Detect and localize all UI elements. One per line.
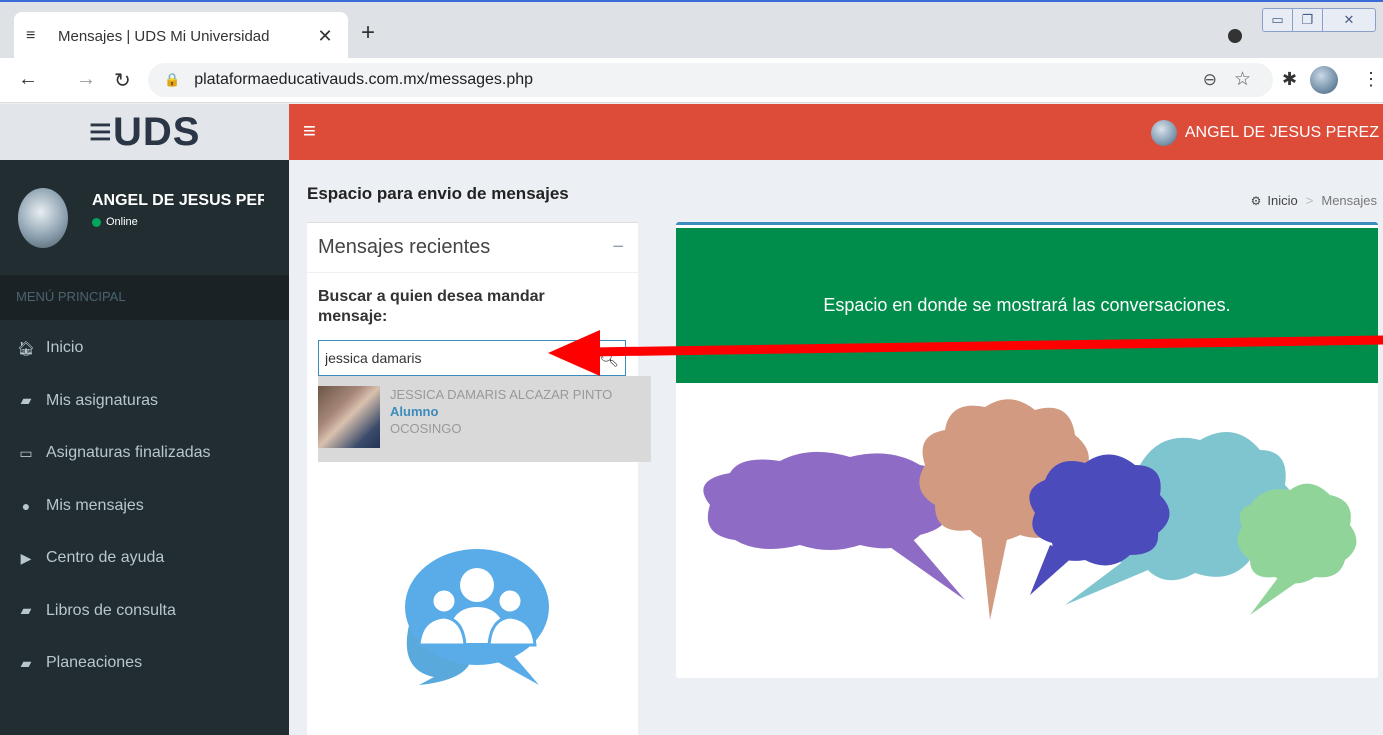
result-name: JESSICA DAMARIS ALCAZAR PINTO xyxy=(390,387,613,402)
search-box: 🔍︎ xyxy=(318,340,626,376)
book-icon: ▰ xyxy=(20,654,32,671)
navbar-avatar xyxy=(1150,120,1177,146)
forward-icon[interactable]: → xyxy=(76,68,96,91)
home-icon: 🏠︎ xyxy=(17,339,35,356)
search-result-item[interactable]: JESSICA DAMARIS ALCAZAR PINTO Alumno OCO… xyxy=(318,376,651,462)
breadcrumb-separator: > xyxy=(1305,193,1314,208)
close-tab-icon[interactable]: ✕ xyxy=(314,26,336,47)
logo[interactable]: ≡UDS xyxy=(0,104,289,160)
sidebar-item-mis-mensajes[interactable]: ● Mis mensajes xyxy=(0,480,289,533)
collapse-icon[interactable]: − xyxy=(612,236,624,259)
result-role: Alumno xyxy=(390,404,439,419)
top-navbar: ≡ ANGEL DE JESUS PEREZ xyxy=(289,104,1383,160)
page-title: Espacio para envio de mensajes xyxy=(307,184,569,203)
zoom-icon[interactable]: ⊖ xyxy=(1203,70,1217,90)
extensions-icon[interactable]: ✱ xyxy=(1282,69,1297,90)
book-icon: ▰ xyxy=(20,392,32,409)
main-menu: 🏠︎ Inicio ▰ Mis asignaturas ▭ Asignaturas f… xyxy=(0,322,289,690)
address-bar: ← → ↻ 🔒 ⊖ ☆ ✱ ⋮ xyxy=(0,58,1383,103)
sidebar-item-planeaciones[interactable]: ▰ Planeaciones xyxy=(0,637,289,690)
restore-icon[interactable]: ❐ xyxy=(1293,9,1323,31)
conversation-banner-text: Espacio en donde se mostrará las convers… xyxy=(823,295,1231,315)
sidebar-item-mis-asignaturas[interactable]: ▰ Mis asignaturas xyxy=(0,375,289,428)
book-icon: ▰ xyxy=(20,602,32,619)
lock-icon[interactable]: 🔒 xyxy=(164,72,180,88)
navbar-user-menu[interactable]: ANGEL DE JESUS PEREZ xyxy=(1150,120,1379,146)
breadcrumb-home[interactable]: Inicio xyxy=(1267,193,1297,208)
window-controls: ▭ ❐ ✕ xyxy=(1262,8,1376,32)
youtube-icon: ▶ xyxy=(20,549,32,566)
recent-messages-title: Mensajes recientes xyxy=(318,236,491,258)
browser-tab[interactable]: ≡ Mensajes | UDS Mi Universidad ✕ xyxy=(14,12,348,60)
sidebar-avatar xyxy=(18,188,68,248)
browser-tab-bar: ≡ Mensajes | UDS Mi Universidad ✕ + ▭ ❐ … xyxy=(0,0,1383,60)
url-input[interactable] xyxy=(192,70,893,90)
breadcrumb-current: Mensajes xyxy=(1321,193,1377,208)
tab-title: Mensajes | UDS Mi Universidad xyxy=(58,27,270,45)
sidebar-item-libros-de-consulta[interactable]: ▰ Libros de consulta xyxy=(0,585,289,638)
search-input[interactable] xyxy=(319,341,579,375)
desktop-icon: ▭ xyxy=(19,444,33,461)
conversation-banner: Espacio en donde se mostrará las convers… xyxy=(676,228,1378,383)
group-chat-icon xyxy=(405,549,549,685)
sidebar-item-centro-de-ayuda[interactable]: ▶ Centro de ayuda xyxy=(0,532,289,585)
result-city: OCOSINGO xyxy=(390,421,462,436)
sidebar-item-asignaturas-finalizadas[interactable]: ▭ Asignaturas finalizadas xyxy=(0,427,289,480)
reload-icon[interactable]: ↻ xyxy=(114,68,131,93)
new-tab-icon[interactable]: + xyxy=(361,20,375,46)
result-photo xyxy=(318,386,380,448)
user-status: Online xyxy=(92,216,264,228)
uds-logo-icon: ≡ xyxy=(88,109,113,154)
comments-icon: ● xyxy=(21,497,31,514)
speech-bubbles-illustration xyxy=(703,399,1357,620)
breadcrumb: ⚙ Inicio > Mensajes xyxy=(1251,193,1377,208)
omnibox[interactable]: 🔒 ⊖ ☆ xyxy=(148,63,1273,97)
recent-messages-box: Mensajes recientes − Buscar a quien dese… xyxy=(307,222,651,735)
navbar-user-name: ANGEL DE JESUS PEREZ xyxy=(1184,124,1379,141)
logo-text: UDS xyxy=(112,109,201,154)
minimize-icon[interactable]: ▭ xyxy=(1263,9,1293,31)
close-window-icon[interactable]: ✕ xyxy=(1323,9,1375,31)
sidebar-user-panel: ANGEL DE JESUS PEREZ Online xyxy=(18,188,264,248)
hamburger-menu-icon[interactable]: ≡ xyxy=(303,118,316,144)
back-icon[interactable]: ← xyxy=(18,68,38,91)
dashboard-icon: ⚙ xyxy=(1250,193,1262,208)
browser-menu-icon[interactable]: ⋮ xyxy=(1362,69,1380,90)
sidebar-item-inicio[interactable]: 🏠︎ Inicio xyxy=(0,322,289,375)
bookmark-star-icon[interactable]: ☆ xyxy=(1234,68,1251,91)
profile-avatar[interactable] xyxy=(1310,66,1338,94)
sidebar-user-name: ANGEL DE JESUS PEREZ xyxy=(92,192,264,209)
sidebar: ANGEL DE JESUS PEREZ Online MENÚ PRINCIP… xyxy=(0,160,289,735)
online-dot-icon xyxy=(92,217,101,227)
menu-header: MENÚ PRINCIPAL xyxy=(0,275,289,320)
search-icon[interactable]: 🔍︎ xyxy=(599,349,619,369)
conversation-box: Espacio en donde se mostrará las convers… xyxy=(676,222,1378,678)
search-label: Buscar a quien desea mandar mensaje: xyxy=(318,288,545,325)
record-icon[interactable] xyxy=(1228,29,1242,43)
uds-favicon-icon: ≡ xyxy=(26,27,36,44)
